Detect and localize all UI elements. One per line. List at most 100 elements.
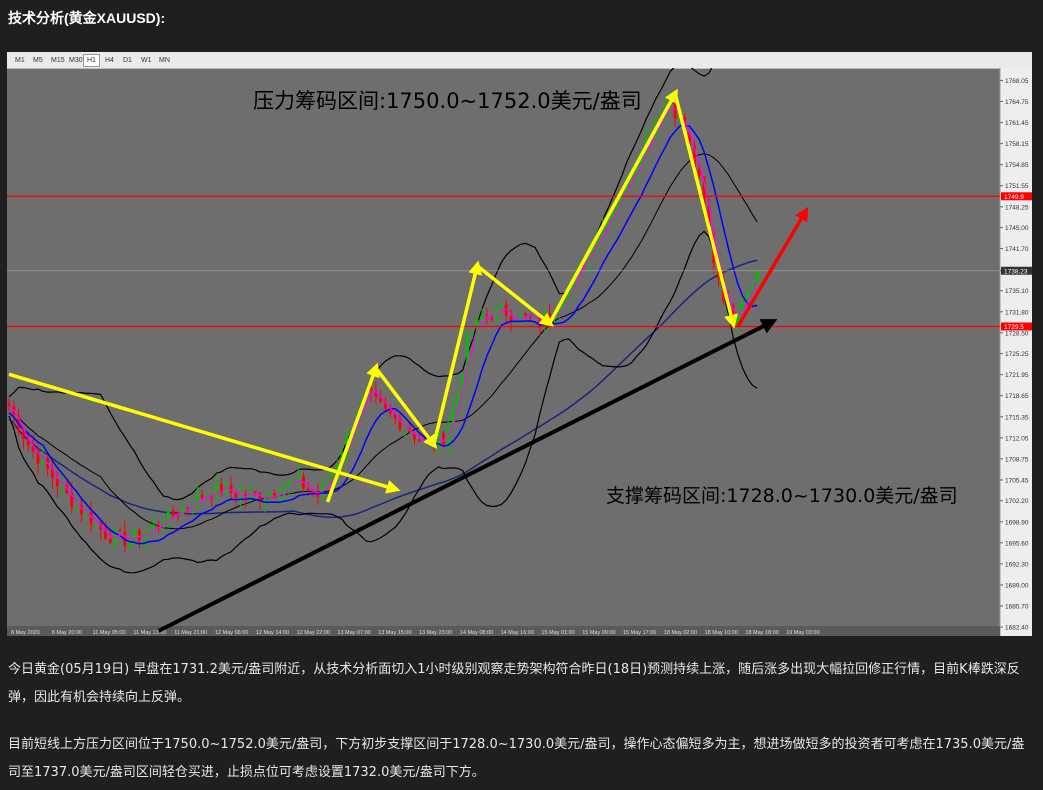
time-tick-label: 12 May 14:00 [256,630,289,636]
candle-body [606,223,609,226]
candle-body [118,530,122,532]
chart-canvas[interactable]: 1768.05 1764.75 1761.45 1758.15 1754.85 1751.… [7,68,1032,636]
analysis-paragraph-1: 今日黄金(05月19日) 早盘在1731.2美元/盎司附近，从技术分析面切入1小… [8,662,1020,705]
bollinger-lower [8,230,758,574]
candle-body [326,483,329,485]
price-tick-label: 1768.05 [1005,78,1029,85]
timeframe-button-m1[interactable]: M1 [11,54,29,67]
candle-body [234,492,238,499]
candle-body [181,507,185,516]
price-tick-label: 1731.80 [1005,309,1029,316]
candle-body [499,304,503,308]
support-trend-arrow [157,319,778,633]
time-tick-label: 11 May 21:00 [174,630,207,636]
time-tick-label: 11 May 05:00 [93,630,126,636]
timeframe-button-h1[interactable]: H1 [83,54,100,67]
analysis-paragraph-2: 目前短线上方压力区间位于1750.0~1752.0美元/盎司，下方初步支撑区间于… [8,737,1025,780]
price-tick-label: 1764.75 [1005,99,1029,106]
price-tick-label: 1761.45 [1005,120,1029,127]
price-tick-label: 1735.10 [1005,288,1029,295]
timeframe-button-m5[interactable]: M5 [29,54,47,67]
resistance-zone-label: 压力筹码区间:1750.0~1752.0美元/盎司 [253,89,642,113]
trend-arrow [548,88,678,325]
bollinger-upper [8,68,713,501]
candle-body [403,428,407,430]
price-tick-label: 1741.70 [1005,246,1029,253]
candle-body [186,507,189,509]
candle-body [200,494,204,498]
time-tick-label: 14 May 08:00 [460,630,493,636]
candle-body [7,403,11,407]
price-tick-label: 1695.60 [1005,540,1029,547]
time-tick-label: 13 May 15:00 [378,630,411,636]
time-tick-label: 12 May 22:00 [297,630,330,636]
time-tick-label: 19 May 03:00 [786,630,819,636]
ma-faster-line [8,107,758,540]
time-tick-label: 13 May 07:00 [337,630,370,636]
price-tick-label: 1715.35 [1005,414,1029,421]
time-tick-label: 13 May 23:00 [419,630,452,636]
candle-body [108,538,112,543]
candle-body [470,334,474,336]
candle-body [591,249,595,252]
candle-body [171,510,175,516]
page-heading: 技术分析(黄金XAUUSD): [8,10,166,26]
price-tick-label: 1708.75 [1005,456,1029,463]
candle-body [94,523,98,525]
price-tick-label: 1712.05 [1005,435,1029,442]
price-tick-label: 1751.55 [1005,183,1029,190]
time-tick-label: 18 May 10:00 [705,630,738,636]
trend-arrow [673,93,738,329]
timeframe-button-w1[interactable]: W1 [137,54,156,67]
time-tick-label: 15 May 09:00 [582,630,615,636]
level-price-label: 1729.5 [1004,324,1024,331]
price-tick-label: 1682.40 [1005,625,1029,632]
price-tick-label: 1748.25 [1005,204,1029,211]
time-tick-label: 8 May 20:00 [52,630,82,636]
candle-body [215,484,218,499]
price-tick-label: 1728.50 [1005,330,1029,337]
price-tick-label: 1702.20 [1005,498,1029,505]
time-tick-label: 18 May 18:00 [745,630,778,636]
candle-body [195,494,199,508]
candle-body [422,441,426,443]
candle-body [229,484,233,493]
candle-body [166,510,170,527]
ma-fast-line [8,124,758,545]
candle-body [509,315,513,321]
timeframe-button-mn[interactable]: MN [155,54,174,67]
candle-body [137,530,141,541]
price-tick-label: 1754.85 [1005,162,1029,169]
candle-body [417,439,421,442]
time-tick-label: 12 May 06:00 [215,630,248,636]
candle-body [22,431,25,439]
candle-body [519,313,523,321]
forecast-arrow [736,206,809,328]
time-tick-label: 18 May 02:00 [664,630,697,636]
price-tick-label: 1718.65 [1005,393,1029,400]
price-tick-label: 1698.90 [1005,519,1029,526]
candles-group [7,96,759,552]
support-zone-label: 支撑筹码区间:1728.0~1730.0美元/盎司 [606,485,958,507]
time-tick-label: 14 May 16:00 [501,630,534,636]
ma-long-line [8,259,758,519]
candle-body [75,505,78,507]
timeframe-toolbar: M1 M5 M15 M30 H1 H4 D1 W1 MN [7,52,1032,69]
price-chart[interactable]: M1 M5 M15 M30 H1 H4 D1 W1 MN 1768.05 1764.75 1761.… [7,52,1032,636]
candle-body [480,315,484,320]
bollinger-mid [8,153,758,530]
time-tick-label: 8 May 2020 [11,630,40,636]
level-price-label: 1749.9 [1004,194,1024,201]
candle-body [263,498,267,502]
candle-body [253,491,257,494]
candle-body [524,313,527,316]
price-tick-label: 1689.00 [1005,582,1029,589]
current-price-label: 1738.23 [1004,268,1028,275]
price-tick-label: 1721.95 [1005,372,1029,379]
timeframe-button-h4[interactable]: H4 [101,54,118,67]
candle-body [89,512,93,525]
time-tick-label: 15 May 01:00 [541,630,574,636]
timeframe-button-d1[interactable]: D1 [119,54,136,67]
candle-body [60,484,64,487]
candle-body [176,515,180,517]
